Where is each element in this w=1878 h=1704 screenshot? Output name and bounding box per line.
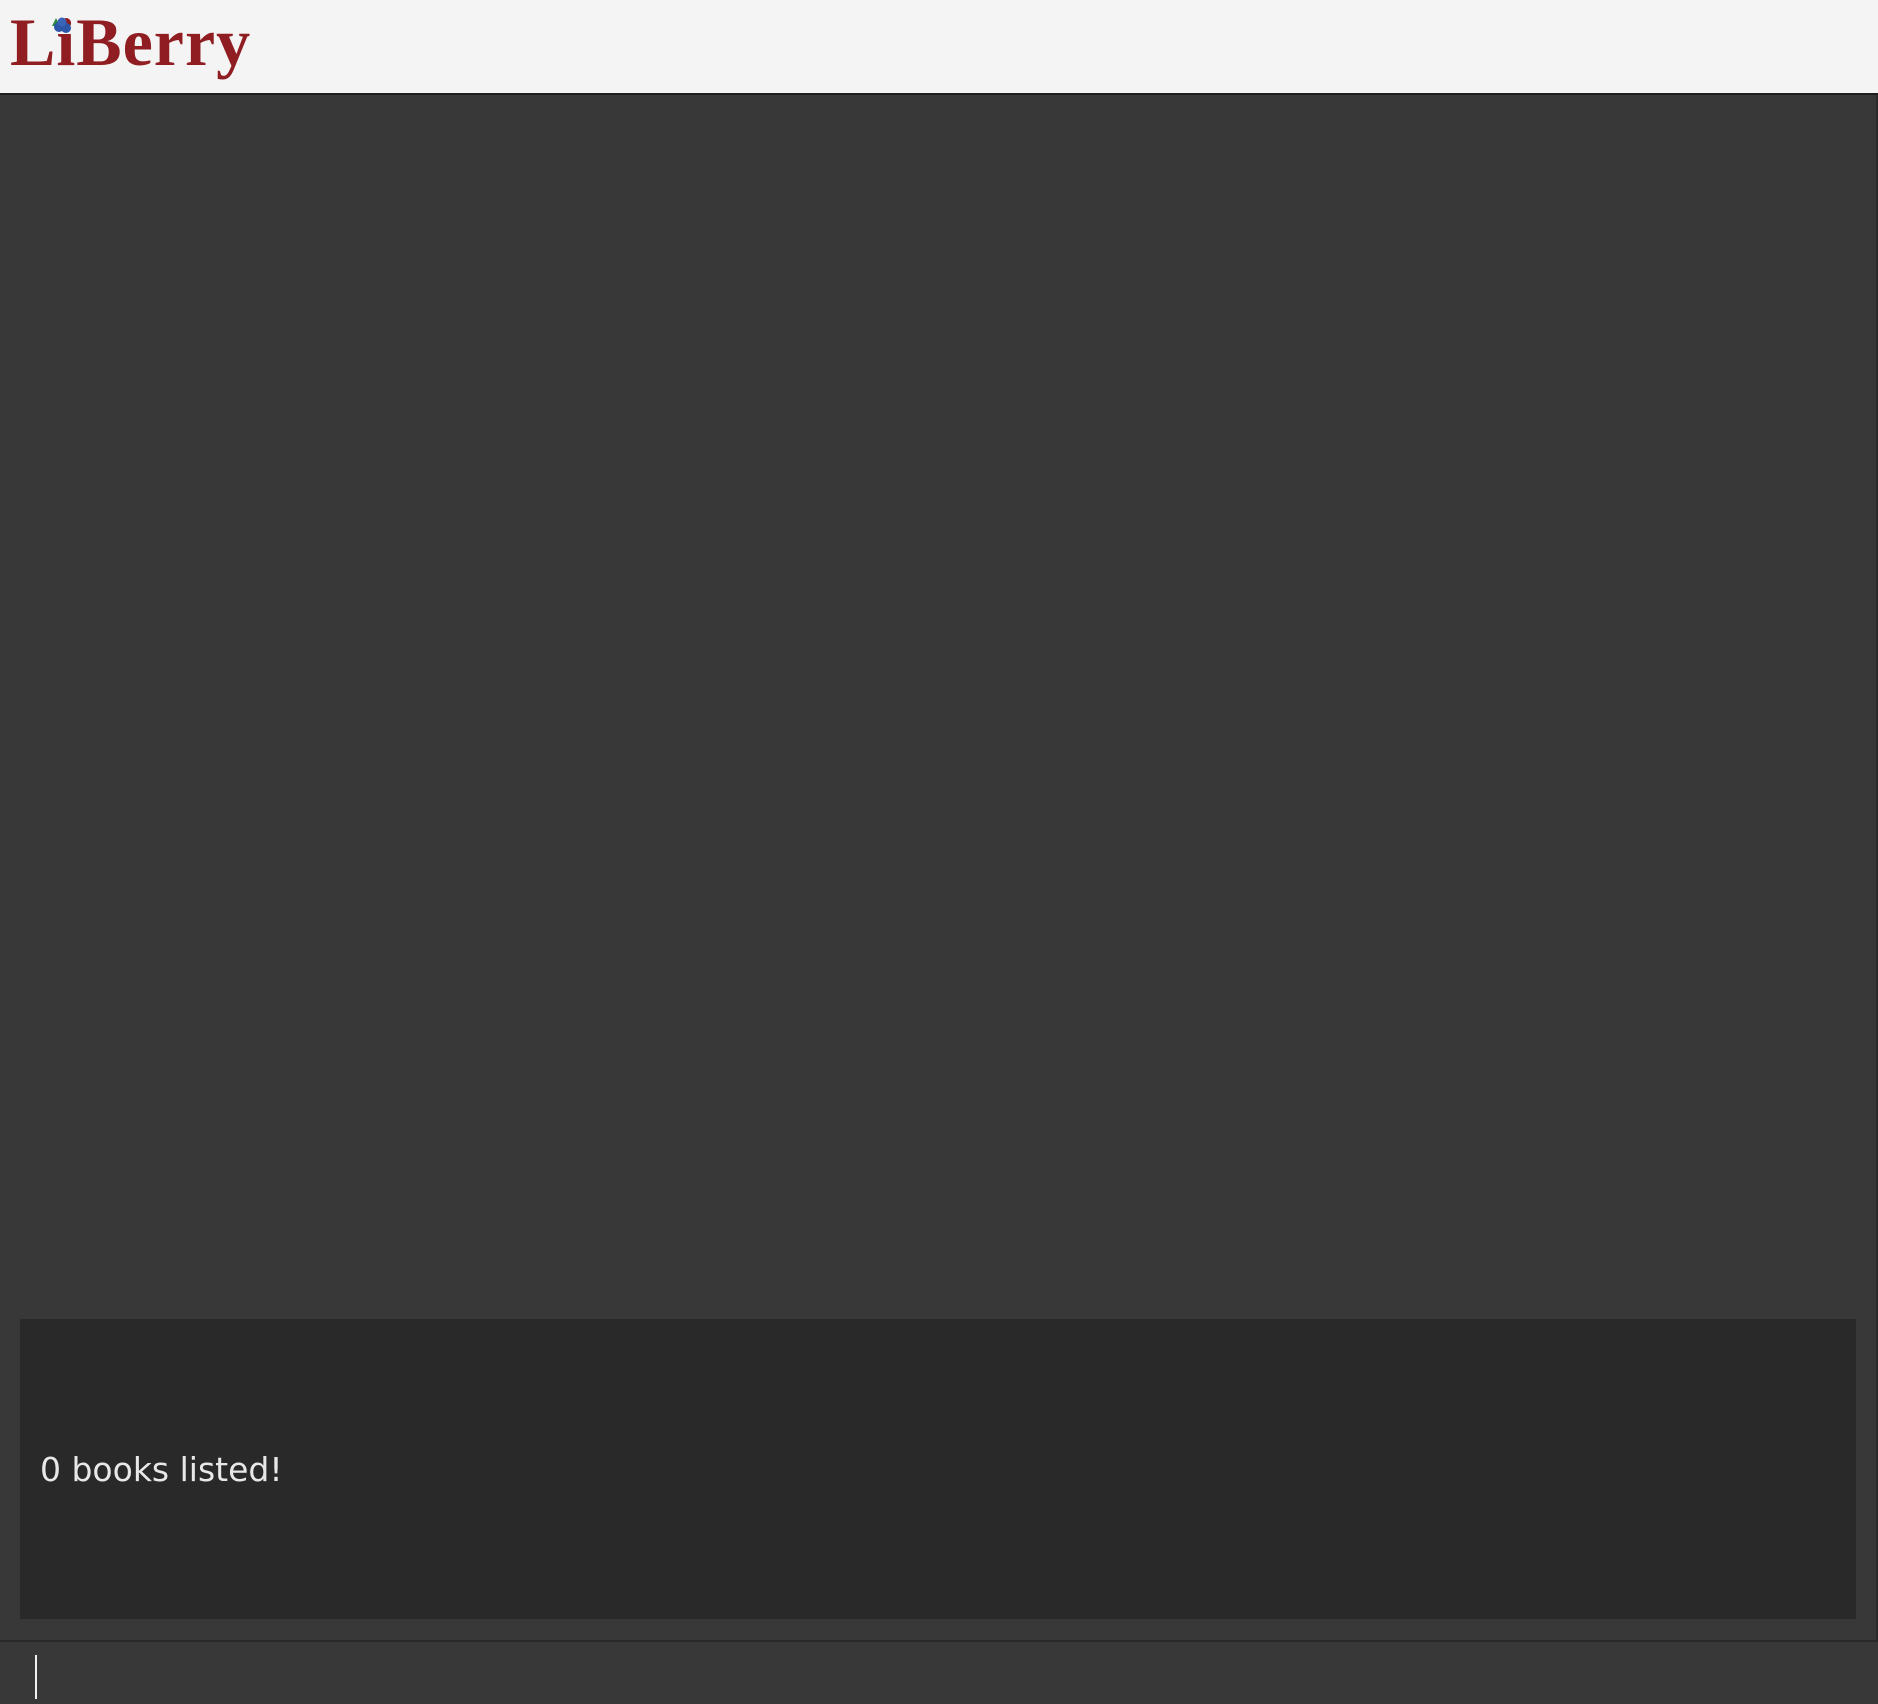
text-cursor (35, 1655, 37, 1699)
result-message: 0 books listed! (40, 1449, 283, 1489)
command-bar (0, 1640, 1878, 1704)
book-list-area[interactable] (0, 95, 1876, 1315)
app-logo: LiBerry (10, 2, 251, 82)
command-input[interactable] (20, 1648, 1856, 1700)
main-panel: 0 books listed! (0, 95, 1878, 1640)
header-bar: LiBerry (0, 0, 1878, 95)
result-display: 0 books listed! (20, 1319, 1856, 1619)
berry-icon (52, 17, 71, 33)
